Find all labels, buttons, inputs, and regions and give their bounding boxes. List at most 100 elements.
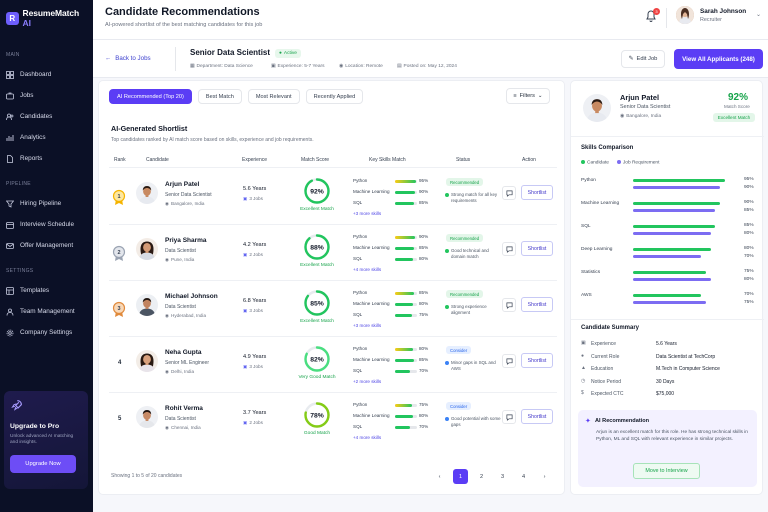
more-skills-link[interactable]: +4 more skills: [353, 435, 381, 440]
next-page-button[interactable]: ›: [537, 469, 552, 484]
candidate-name[interactable]: Neha Gupta: [165, 349, 201, 356]
chevron-down-icon[interactable]: ⌄: [756, 11, 761, 18]
status-note-text: Strong match for all key requirements: [451, 192, 498, 204]
brand-suffix: AI: [22, 18, 31, 28]
match-score-ring: 88%: [303, 233, 331, 261]
sidebar-item-team-management[interactable]: Team Management: [0, 301, 93, 322]
check-icon: [445, 249, 449, 253]
sidebar-item-reports[interactable]: Reports: [0, 148, 93, 169]
match-score-label: Very Good Match: [298, 375, 336, 380]
sidebar-item-analytics[interactable]: Analytics: [0, 127, 93, 148]
edit-job-button[interactable]: ✎ Edit Job: [621, 50, 665, 68]
candidate-bar: [633, 225, 716, 228]
sidebar-item-hiring-pipeline[interactable]: Hiring Pipeline: [0, 193, 93, 214]
skill-name: SQL: [353, 312, 363, 317]
more-skills-link[interactable]: +2 more skills: [353, 379, 381, 384]
candidate-name: Arjun Patel: [620, 93, 660, 102]
upgrade-card: Upgrade to Pro Unlock advanced AI matchi…: [4, 391, 88, 489]
tab-recently-applied[interactable]: Recently Applied: [305, 89, 364, 104]
sidebar-item-interview-schedule[interactable]: Interview Schedule: [0, 214, 93, 235]
shortlist-button[interactable]: Shortlist: [521, 409, 553, 424]
candidate-percent: 70%: [744, 292, 754, 297]
rank-medal-icon: 1: [112, 189, 126, 205]
skill-bar: [395, 236, 417, 239]
shortlist-button[interactable]: Shortlist: [521, 185, 553, 200]
experience-years: 4.2 Years: [243, 242, 267, 248]
avatar[interactable]: [136, 294, 158, 316]
sidebar-item-offer-management[interactable]: Offer Management: [0, 235, 93, 256]
skill-bar: [395, 303, 417, 306]
tab-ai-recommended-top-20[interactable]: AI Recommended (Top 20): [109, 89, 192, 104]
user-avatar[interactable]: [676, 6, 694, 24]
avatar[interactable]: [136, 406, 158, 428]
match-badge: Excellent Match: [713, 113, 755, 122]
divider: [175, 47, 176, 71]
more-skills-link[interactable]: +3 more skills: [353, 211, 381, 216]
skill-bar-fill: [395, 303, 413, 306]
requirement-percent: 70%: [744, 254, 754, 259]
sidebar-item-candidates[interactable]: Candidates: [0, 106, 93, 127]
check-icon: [445, 193, 449, 197]
page-button-1[interactable]: 1: [453, 469, 468, 484]
candidate-name[interactable]: Rohit Verma: [165, 405, 203, 412]
sidebar-item-templates[interactable]: Templates: [0, 280, 93, 301]
avatar[interactable]: [136, 350, 158, 372]
sidebar-item-dashboard[interactable]: Dashboard: [0, 64, 93, 85]
view-all-applicants-button[interactable]: View All Applicants (248): [674, 49, 763, 69]
message-button[interactable]: [502, 410, 516, 424]
shortlist-button[interactable]: Shortlist: [521, 297, 553, 312]
page-button-3[interactable]: 3: [495, 469, 510, 484]
filters-button[interactable]: ≡ Filters ⌄: [506, 88, 550, 104]
location-icon: ◉: [165, 313, 170, 318]
experience-years: 6.8 Years: [243, 298, 267, 304]
shortlist-button[interactable]: Shortlist: [521, 241, 553, 256]
move-to-interview-button[interactable]: Move to Interview: [633, 463, 700, 479]
message-button[interactable]: [502, 242, 516, 256]
candidate-detail-panel: Arjun Patel Senior Data Scientist ◉ Banga…: [570, 80, 764, 495]
sidebar-item-company-settings[interactable]: Company Settings: [0, 322, 93, 343]
table-row: 2 Priya Sharma Data Scientist ◉ Pune, India 4…: [99, 224, 566, 280]
legend-candidate: Candidate: [581, 160, 609, 165]
candidate-location: ◉ Bangalore, India: [165, 201, 204, 207]
message-button[interactable]: [502, 186, 516, 200]
skills-legend: Candidate Job Requirement: [581, 160, 659, 165]
avatar[interactable]: [136, 182, 158, 204]
briefcase-icon: ▣: [243, 252, 248, 257]
jobs-count: 3 Jobs: [249, 196, 263, 201]
location-icon: ◉: [165, 369, 170, 374]
tab-most-relevant[interactable]: Most Relevant: [247, 89, 300, 104]
page-button-4[interactable]: 4: [516, 469, 531, 484]
sidebar-nav: MAIN Dashboard Jobs Candidates Analytics Repo…: [0, 52, 93, 343]
shortlist-button[interactable]: Shortlist: [521, 353, 553, 368]
candidate-percent: 95%: [744, 177, 754, 182]
candidate-role: Senior ML Engineer: [165, 360, 210, 366]
tab-best-match[interactable]: Best Match: [197, 89, 242, 104]
svg-text:85%: 85%: [310, 300, 324, 307]
skill-bar-fill: [395, 404, 412, 407]
job-title: Senior Data Scientist: [190, 48, 271, 57]
skill-percent: 70%: [419, 424, 429, 429]
summary-label: Education: [591, 366, 614, 372]
job-location: ◉ Location: Remote: [339, 64, 383, 69]
upgrade-button[interactable]: Upgrade Now: [10, 454, 76, 473]
more-skills-link[interactable]: +4 more skills: [353, 267, 381, 272]
brand-logo[interactable]: R ResumeMatch AI: [0, 0, 93, 38]
candidate-role: Data Scientist: [165, 248, 196, 254]
candidate-name[interactable]: Priya Sharma: [165, 237, 207, 244]
sidebar-item-jobs[interactable]: Jobs: [0, 85, 93, 106]
message-button[interactable]: [502, 354, 516, 368]
avatar[interactable]: [136, 238, 158, 260]
message-button[interactable]: [502, 298, 516, 312]
more-skills-link[interactable]: +3 more skills: [353, 323, 381, 328]
status-label: Active: [283, 51, 297, 56]
candidate-bar: [633, 248, 711, 251]
column-header-rank: Rank: [114, 157, 126, 163]
back-to-jobs-link[interactable]: ← Back to Jobs: [105, 55, 151, 62]
candidate-name[interactable]: Arjun Patel: [165, 181, 199, 188]
requirement-bar: [633, 255, 701, 258]
prev-page-button[interactable]: ‹: [432, 469, 447, 484]
candidate-name[interactable]: Michael Johnson: [165, 293, 218, 300]
rank-number: 4: [118, 360, 122, 366]
column-header-status: Status: [456, 157, 471, 163]
page-button-2[interactable]: 2: [474, 469, 489, 484]
